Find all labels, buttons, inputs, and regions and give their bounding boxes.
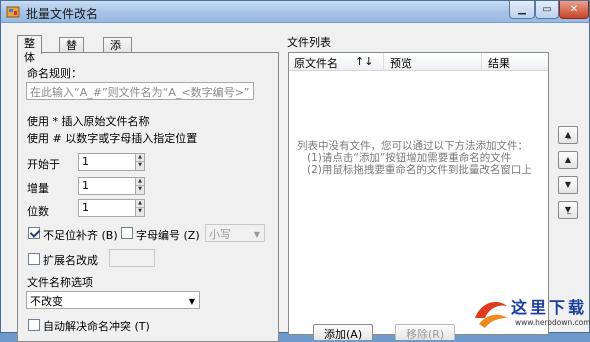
site-watermark: 这里下载 www.herodown.com xyxy=(471,288,590,334)
file-list-title: 文件列表 xyxy=(287,36,331,49)
maximize-icon: ▭ xyxy=(542,4,552,15)
rename-window: 批量文件改名 ▁ ▭ ✕ 整体 替换 添加/删除 命名规则： 在此输入“A_#”… xyxy=(0,0,590,342)
move-top-icon: ▲̲ xyxy=(564,130,572,139)
auto-conflict-checkbox[interactable] xyxy=(28,319,40,331)
col-result[interactable]: 结果 xyxy=(488,55,510,71)
move-top-button[interactable]: ▲̲ xyxy=(558,126,578,144)
remove-button[interactable]: 移除(R) xyxy=(395,324,456,341)
tab-overall[interactable]: 整体 xyxy=(17,35,42,64)
hint-asterisk: 使用 * 插入原始文件名称 xyxy=(27,115,150,128)
name-option-value: 不改变 xyxy=(30,295,63,308)
tab-replace[interactable]: 替换 xyxy=(59,37,84,66)
increment-label: 增量 xyxy=(27,182,49,195)
spin-up-icon: ▲ xyxy=(136,178,144,186)
start-spinner[interactable]: ▲ ▼ xyxy=(135,153,145,171)
letter-label[interactable]: 字母编号 (Z) xyxy=(136,227,200,243)
spin-down-icon: ▼ xyxy=(138,162,142,168)
download-logo-icon xyxy=(475,302,507,328)
spin-down-icon: ▼ xyxy=(138,208,142,214)
title-bar[interactable]: 批量文件改名 ▁ ▭ ✕ xyxy=(1,1,589,23)
col-preview[interactable]: 预览 xyxy=(390,55,412,71)
case-select[interactable]: 小写 ▼ xyxy=(205,224,265,242)
spin-up-icon: ▲ xyxy=(136,154,144,162)
maximize-button[interactable]: ▭ xyxy=(535,1,559,19)
spin-down-icon: ▼ xyxy=(138,186,142,192)
minimize-icon: ▁ xyxy=(518,4,526,15)
chevron-down-icon: ▼ xyxy=(253,230,260,239)
pad-checkbox[interactable] xyxy=(28,227,40,239)
rule-label: 命名规则： xyxy=(27,67,82,80)
move-down-button[interactable]: ▼ xyxy=(558,176,578,194)
ext-label[interactable]: 扩展名改成 xyxy=(43,252,98,268)
empty-list-message: 列表中没有文件，您可以通过以下方法添加文件： (1)请点击“添加”按钮增加需要重… xyxy=(297,140,532,176)
minimize-button[interactable]: ▁ xyxy=(509,1,535,19)
digits-label: 位数 xyxy=(27,205,49,218)
pad-label[interactable]: 不足位补齐 (B) xyxy=(43,227,118,243)
rule-input[interactable]: 在此输入“A_#”则文件名为“A_<数字编号>” xyxy=(26,82,254,100)
column-divider[interactable] xyxy=(481,53,482,71)
name-option-select[interactable]: 不改变 ▼ xyxy=(26,291,200,309)
letter-checkbox[interactable] xyxy=(121,227,133,239)
move-bottom-button[interactable]: ▼̲ xyxy=(558,201,578,219)
close-icon: ✕ xyxy=(569,4,579,15)
watermark-url: www.herodown.com xyxy=(515,318,590,327)
start-input[interactable]: 1 xyxy=(78,153,136,171)
case-select-value: 小写 xyxy=(209,228,231,241)
ext-input[interactable] xyxy=(109,249,155,267)
chevron-down-icon: ▼ xyxy=(188,297,195,306)
empty-line: (2)用鼠标拖拽要重命名的文件到批量改名窗口上 xyxy=(307,164,532,176)
window-title: 批量文件改名 xyxy=(26,7,99,21)
move-down-icon: ▼ xyxy=(564,180,572,189)
start-label: 开始于 xyxy=(27,158,60,171)
move-bottom-icon: ▼̲ xyxy=(564,205,572,214)
column-divider[interactable] xyxy=(383,53,384,71)
digits-input[interactable]: 1 xyxy=(78,199,136,217)
increment-input[interactable]: 1 xyxy=(78,177,136,195)
file-list-header: 原文件名 ↑↓ 预览 结果 xyxy=(289,53,548,71)
move-up-button[interactable]: ▲ xyxy=(558,151,578,169)
hint-hash: 使用 # 以数字或字母插入指定位置 xyxy=(27,132,198,145)
close-button[interactable]: ✕ xyxy=(559,1,589,19)
increment-spinner[interactable]: ▲ ▼ xyxy=(135,177,145,195)
col-original-name[interactable]: 原文件名 xyxy=(294,55,338,71)
digits-spinner[interactable]: ▲ ▼ xyxy=(135,199,145,217)
tab-panel-overall: 命名规则： 在此输入“A_#”则文件名为“A_<数字编号>” 使用 * 插入原始… xyxy=(17,52,279,342)
app-icon xyxy=(6,6,20,18)
name-options-label: 文件名称选项 xyxy=(27,276,93,289)
col-sort-icon[interactable]: ↑↓ xyxy=(355,55,373,68)
spin-up-icon: ▲ xyxy=(136,200,144,208)
empty-line: (1)请点击“添加”按钮增加需要重命名的文件 xyxy=(307,152,512,164)
move-up-icon: ▲ xyxy=(564,155,572,164)
tab-add-delete[interactable]: 添加/删除 xyxy=(103,37,132,94)
auto-conflict-label[interactable]: 自动解决命名冲突 (T) xyxy=(43,318,150,334)
watermark-text: 这里下载 xyxy=(511,298,588,317)
ext-checkbox[interactable] xyxy=(28,253,40,265)
add-button[interactable]: 添加(A) xyxy=(313,324,374,341)
empty-line: 列表中没有文件，您可以通过以下方法添加文件： xyxy=(297,140,528,152)
